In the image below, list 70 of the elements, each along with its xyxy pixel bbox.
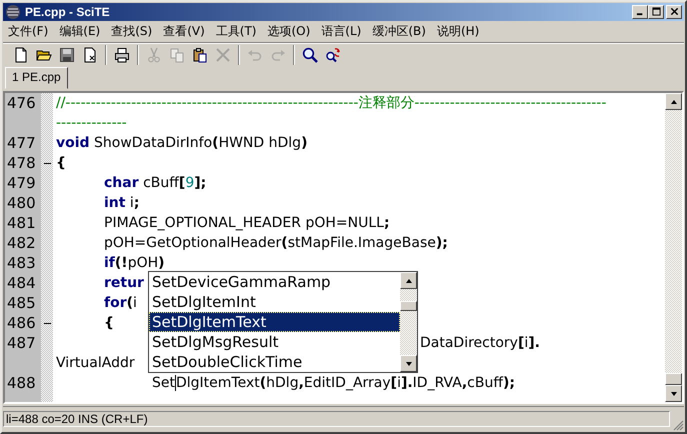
line-number: 488 [7,374,36,392]
autocomplete-item[interactable]: SetDlgItemInt [149,292,400,312]
code-line: -------------- [56,115,127,132]
line-number: 485 [7,294,36,312]
line-number: 477 [7,134,36,152]
file-tab[interactable]: 1 PE.cpp [5,67,68,90]
minimize-button[interactable] [632,4,648,19]
scroll-down-button[interactable] [400,355,417,372]
scroll-up-button[interactable] [665,93,682,110]
printer-icon[interactable] [114,47,130,64]
close-icon [670,7,678,16]
status-text: li=488 co=20 INS (CR+LF) [3,411,670,428]
window-title: PE.cpp - SciTE [25,4,111,19]
autocomplete-item[interactable]: SetDoubleClickTime [149,352,400,372]
close-button[interactable] [666,4,682,19]
close-file-icon[interactable] [82,47,98,64]
menu-item[interactable]: 选项(O) [264,22,314,40]
code-line: if(!pOH) [104,255,165,272]
scroll-thumb[interactable] [665,373,682,386]
replace-icon[interactable] [325,47,341,64]
down-arrow-icon [404,360,412,368]
app-icon [5,4,21,20]
code-line: for(i [104,295,137,312]
code-line: pOH=GetOptionalHeader(stMapFile.ImageBase); [104,235,448,252]
line-number: 481 [7,214,36,232]
scroll-up-button[interactable] [400,272,417,290]
fold-marker-icon[interactable] [44,162,50,164]
maximize-icon [652,7,660,16]
code-line: int i; [104,195,140,212]
code-line: char cBuff[9]; [104,175,206,192]
down-arrow-icon [670,390,678,398]
menu-item[interactable]: 说明(H) [434,22,482,40]
resize-grip-icon[interactable] [672,419,684,432]
line-number: 479 [7,174,36,192]
code-line: PIMAGE_OPTIONAL_HEADER pOH=NULL; [104,215,390,232]
line-number: 486 [7,314,36,332]
scroll-thumb[interactable] [400,301,417,312]
line-number: 487 [7,334,36,352]
code-line: VirtualAddr [56,355,135,372]
menu-item[interactable]: 工具(T) [212,22,260,40]
code-line: void ShowDataDirInfo(HWND hDlg) [56,135,308,152]
scroll-down-button[interactable] [665,385,682,402]
line-number: 478 [7,154,36,172]
code-line: { [56,155,66,172]
maximize-button[interactable] [648,4,664,19]
up-arrow-icon [404,276,412,285]
menu-item[interactable]: 缓冲区(B) [369,22,429,40]
up-arrow-icon [670,98,678,106]
code-line: { [104,315,114,332]
line-number: 482 [7,234,36,252]
line-number: 483 [7,254,36,272]
code-line: retur [104,275,144,292]
autocomplete-item[interactable]: SetDeviceGammaRamp [149,272,400,292]
menu-item[interactable]: 查看(V) [160,22,208,40]
code-line: //----------------------------------------------------------注释部分-------------------------------------- [56,95,606,112]
autocomplete-item[interactable]: SetDlgMsgResult [149,332,400,352]
search-icon[interactable] [302,47,318,64]
line-number: 476 [7,94,36,112]
menu-item[interactable]: 编辑(E) [56,22,104,40]
autocomplete-item[interactable]: SetDlgItemText [149,312,400,332]
code-line: DataDirectory[i]. [420,335,540,352]
menu-item[interactable]: 语言(L) [318,22,364,40]
fold-marker-icon[interactable] [44,322,50,324]
menu-item[interactable]: 查找(S) [108,22,156,40]
menu-item[interactable]: 文件(F) [5,22,52,40]
code-line: SetDlgItemText(hDlg,EditID_Array[i].ID_RVA,cBuff); [152,375,515,392]
line-number: 484 [7,274,36,292]
clipboard-icon[interactable] [192,47,208,64]
new-file-icon[interactable] [13,47,29,64]
line-number: 480 [7,194,36,212]
